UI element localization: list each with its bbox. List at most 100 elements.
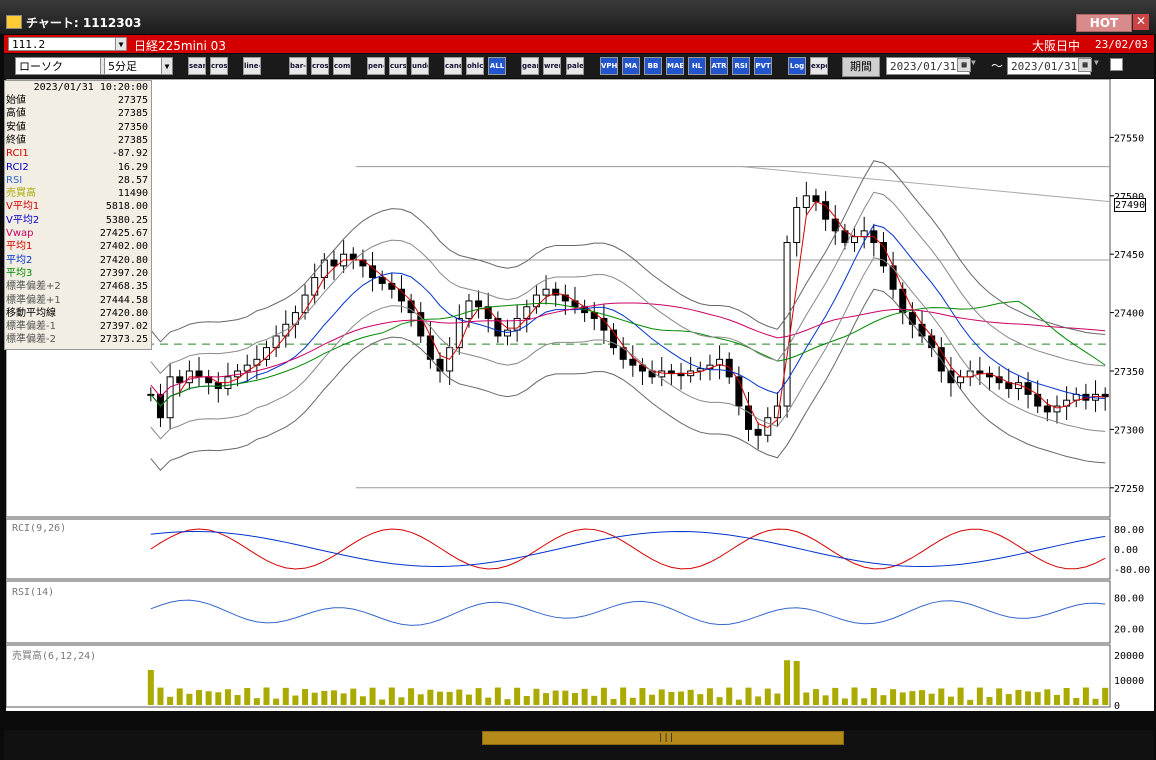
grip-icon[interactable]: ||| — [658, 733, 674, 743]
toolbar-button-log[interactable]: Log — [788, 57, 806, 75]
volume-bar — [803, 692, 810, 705]
info-row: 平均1 27402.00 — [5, 240, 151, 253]
ohlc-icon[interactable]: ohlc-icon — [466, 57, 484, 75]
candle-body — [475, 300, 483, 308]
volume-bar — [340, 693, 347, 705]
volume-bar — [446, 691, 453, 705]
volume-bar — [812, 689, 819, 705]
info-value: 27385 — [117, 134, 148, 146]
chevron-down-icon[interactable]: ▼ — [115, 37, 127, 51]
symbol-code-input[interactable]: 111.2 — [8, 37, 118, 51]
calendar-icon[interactable]: ▦ — [957, 58, 971, 72]
rsi-tick-label: 80.00 — [1114, 593, 1144, 604]
toolbar-button-vph[interactable]: VPH — [600, 57, 618, 75]
price-tick-label: 27400 — [1114, 309, 1144, 320]
chevron-down-icon[interactable]: ▼ — [161, 57, 173, 75]
volume-bar — [947, 696, 954, 705]
toolbar-button-bb[interactable]: BB — [644, 57, 662, 75]
rsi-panel-frame — [6, 580, 1111, 644]
candle-body — [889, 265, 897, 290]
volume-bar — [465, 694, 472, 705]
info-value: 27425.67 — [99, 228, 148, 239]
volume-bar — [726, 687, 733, 705]
toolbar-button-hl[interactable]: HL — [688, 57, 706, 75]
toolbar-button-ma[interactable]: MA — [622, 57, 640, 75]
interval-select[interactable]: 5分足 — [104, 57, 166, 75]
candle-body — [359, 259, 367, 267]
volume-bar — [330, 690, 337, 705]
volume-bar — [205, 691, 212, 705]
volume-bar — [485, 697, 492, 705]
compare-icon[interactable]: compare-icon — [333, 57, 351, 75]
info-label: 安値 — [6, 121, 26, 133]
info-label: 高値 — [6, 108, 26, 120]
cursor-icon[interactable]: cursor-icon — [389, 57, 407, 75]
toolbar-button-atr[interactable]: ATR — [710, 57, 728, 75]
line-tool-icon[interactable]: line-tool-icon — [243, 57, 261, 75]
date-checkbox[interactable] — [1110, 58, 1123, 71]
info-value: 11490 — [117, 188, 148, 200]
volume-bar — [581, 688, 588, 705]
candle-body — [523, 306, 531, 319]
period-button[interactable]: 期間 — [842, 57, 880, 77]
hot-button[interactable]: HOT — [1076, 14, 1132, 32]
volume-bar — [706, 688, 713, 705]
chart-type-select[interactable]: ローソク — [15, 57, 101, 75]
volume-bar — [533, 688, 540, 705]
volume-bar — [735, 699, 742, 705]
volume-bar — [350, 688, 357, 705]
pen-icon[interactable]: pen-icon — [367, 57, 385, 75]
volume-bar — [186, 693, 193, 705]
volume-bar — [938, 688, 945, 705]
volume-bar — [996, 688, 1003, 705]
close-icon[interactable]: ✕ — [1133, 14, 1149, 30]
info-value: 27444.58 — [99, 294, 148, 306]
price-chart[interactable]: 27550275002745027400273502730027250RCI(9… — [6, 79, 1154, 711]
gear-icon[interactable]: gear-icon — [521, 57, 539, 75]
info-label: 売買高 — [6, 188, 36, 200]
toolbar-button-mae[interactable]: MAE — [666, 57, 684, 75]
rci-tick-label: 0.00 — [1114, 545, 1138, 556]
volume-bar — [774, 693, 781, 705]
bar-indicator-icon[interactable]: bar-indicator-icon — [289, 57, 307, 75]
volume-bar — [1005, 693, 1012, 705]
info-label: 標準偏差+1 — [6, 294, 61, 306]
candle-icon[interactable]: candle-icon — [444, 57, 462, 75]
candle-body — [745, 405, 752, 430]
candle-body — [166, 376, 174, 419]
candle-body — [957, 376, 965, 384]
volume-tick-label: 10000 — [1114, 676, 1144, 687]
volume-bar — [600, 687, 607, 705]
info-value: 27385 — [117, 108, 148, 120]
volume-bar — [437, 691, 444, 705]
info-value: 16.29 — [117, 161, 148, 173]
info-row: 始値 27375 — [5, 94, 151, 107]
chevron-down-icon[interactable]: ▼ — [971, 58, 976, 67]
volume-bar — [909, 691, 916, 705]
volume-bar — [417, 694, 424, 705]
undo-icon[interactable]: undo-icon — [411, 57, 429, 75]
export-icon[interactable]: export-icon — [810, 57, 828, 75]
search-icon[interactable]: search-icon — [188, 57, 206, 75]
info-row: 安値 27350 — [5, 121, 151, 134]
toolbar-button-rsi[interactable]: RSI — [732, 57, 750, 75]
chevron-down-icon[interactable]: ▼ — [1094, 58, 1099, 67]
candle-body — [195, 370, 203, 378]
crosshair-icon[interactable]: crosshair-icon — [210, 57, 228, 75]
volume-bar — [157, 687, 164, 705]
info-label: 標準偏差-2 — [6, 334, 56, 346]
cross-arrow-icon[interactable]: cross-arrow-icon — [311, 57, 329, 75]
palette-icon[interactable]: palette-icon — [566, 57, 584, 75]
volume-bar — [745, 687, 752, 705]
rsi-title: RSI(14) — [12, 587, 54, 598]
wrench-icon[interactable]: wrench-icon — [543, 57, 561, 75]
volume-bar — [273, 698, 280, 705]
info-value: 27420.80 — [99, 307, 148, 319]
candle-body — [918, 323, 926, 337]
toolbar-button-pvt[interactable]: PVT — [754, 57, 772, 75]
candle-body — [812, 195, 820, 203]
info-value: -87.92 — [111, 148, 148, 160]
toolbar-button-all[interactable]: ALL — [488, 57, 506, 75]
info-value: 28.57 — [117, 174, 148, 186]
calendar-icon[interactable]: ▦ — [1078, 58, 1092, 72]
